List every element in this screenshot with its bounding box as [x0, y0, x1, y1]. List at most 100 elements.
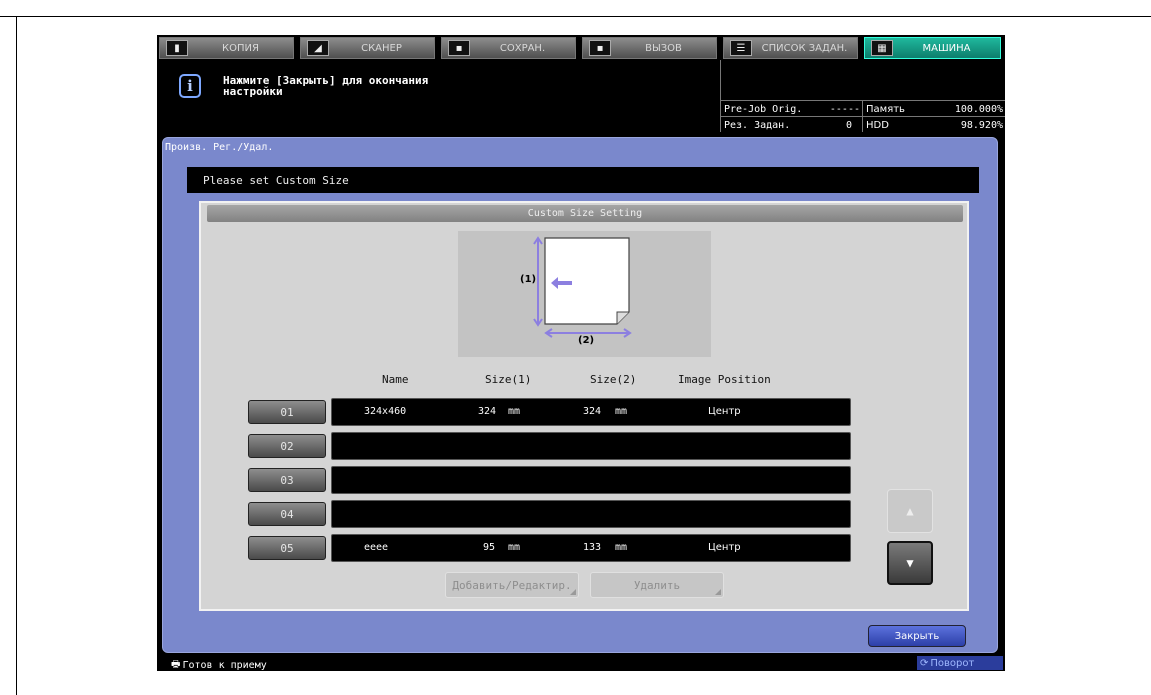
tab-bar: ▮ КОПИЯ ◢ СКАНЕР ▪ СОХРАН. ▪ ВЫЗОВ ☰ СПИ…: [157, 35, 1005, 60]
scroll-up-button[interactable]: ▲: [887, 489, 933, 533]
cell-size1: 95: [483, 542, 496, 553]
status-divider: [721, 100, 1005, 101]
frame-top-line: [0, 16, 1151, 17]
tab-scanner[interactable]: ◢ СКАНЕР: [300, 37, 435, 59]
tab-copy[interactable]: ▮ КОПИЯ: [159, 37, 294, 59]
table-row[interactable]: [331, 432, 851, 460]
delete-button[interactable]: Удалить: [590, 572, 724, 598]
tab-label: ВЫЗОВ: [645, 42, 682, 54]
status-divider: [862, 100, 863, 132]
prejob-value: -----: [829, 103, 860, 115]
message-text: Нажмите [Закрыть] для окончания настройк…: [223, 75, 523, 97]
copy-icon: ▮: [166, 40, 188, 56]
row-number: 01: [280, 405, 294, 419]
cell-image-position: Центр: [708, 542, 741, 553]
status-panel: Pre-Job Orig. ----- Рез. Задан. 0 Память…: [720, 60, 1005, 132]
memory-label: Память: [866, 103, 905, 115]
printer-icon: 🖶: [171, 659, 181, 670]
instruction-text: Please set Custom Size: [203, 173, 349, 187]
tab-label: СПИСОК ЗАДАН.: [761, 42, 848, 54]
table-row[interactable]: [331, 466, 851, 494]
custom-size-box: Custom Size Setting (1) (2) Name Size(1)…: [199, 201, 969, 611]
prejob-status: Pre-Job Orig. -----: [724, 102, 860, 116]
tab-job-list[interactable]: ☰ СПИСОК ЗАДАН.: [723, 37, 858, 59]
frame-left-line: [16, 16, 17, 695]
corner-icon: [715, 589, 721, 595]
cell-name: eeee: [364, 542, 389, 553]
row-number: 04: [280, 507, 294, 521]
prejob-label: Pre-Job Orig.: [724, 103, 803, 115]
cell-size2-unit: mm: [615, 542, 628, 553]
scroll-down-button[interactable]: ▼: [887, 541, 933, 585]
machine-icon: ▦: [871, 40, 893, 56]
cell-size2-unit: mm: [615, 406, 628, 417]
cell-size2: 324: [583, 406, 602, 417]
memory-status: Память 100.000%: [866, 102, 1003, 116]
column-header-image-position: Image Position: [678, 373, 771, 386]
cell-image-position: Центр: [708, 406, 741, 417]
scanner-icon: ◢: [307, 40, 329, 56]
table-row[interactable]: 324x460 324 mm 324 mm Центр: [331, 398, 851, 426]
rotate-icon: ⟳: [920, 657, 929, 669]
jobs-value: 0: [845, 119, 852, 131]
close-button[interactable]: Закрыть: [868, 625, 966, 647]
cell-size1-unit: mm: [508, 406, 521, 417]
tab-label: МАШИНА: [922, 42, 971, 54]
status-divider: [721, 116, 1005, 117]
main-panel: Произв. Рег./Удал. Please set Custom Siz…: [162, 137, 998, 653]
column-header-size2: Size(2): [590, 373, 637, 386]
tab-save[interactable]: ▪ СОХРАН.: [441, 37, 576, 59]
diagram-label-2: (2): [578, 335, 595, 346]
machine-screen: ▮ КОПИЯ ◢ СКАНЕР ▪ СОХРАН. ▪ ВЫЗОВ ☰ СПИ…: [157, 35, 1005, 671]
message-area: i Нажмите [Закрыть] для окончания настро…: [157, 60, 720, 132]
hdd-label: HDD: [866, 119, 889, 131]
arrow-down-icon: ▼: [906, 556, 914, 570]
panel-title: Произв. Рег./Удал.: [165, 142, 274, 153]
info-icon: i: [179, 74, 201, 98]
job-list-icon: ☰: [730, 40, 752, 56]
row-03-button[interactable]: 03: [248, 468, 326, 492]
rotate-label: Поворот: [930, 657, 975, 669]
hdd-status: HDD 98.920%: [866, 118, 1003, 132]
add-edit-button[interactable]: Добавить/Редактир.: [445, 572, 579, 598]
recall-icon: ▪: [589, 40, 611, 56]
paper-fold: [616, 311, 629, 324]
close-label: Закрыть: [894, 630, 940, 642]
row-05-button[interactable]: 05: [248, 536, 326, 560]
tab-machine[interactable]: ▦ МАШИНА: [864, 37, 1001, 59]
column-header-size1: Size(1): [485, 373, 532, 386]
delete-label: Удалить: [633, 578, 681, 592]
tab-recall[interactable]: ▪ ВЫЗОВ: [582, 37, 717, 59]
diagram-label-1: (1): [520, 274, 537, 285]
inner-frame: Please set Custom Size Custom Size Setti…: [187, 167, 979, 615]
arrow-up-icon: ▲: [906, 504, 914, 518]
status-footer: 🖶 Готов к приему ⟳ Поворот: [157, 655, 1005, 671]
jobs-status: Рез. Задан. 0: [724, 118, 852, 132]
section-title: Custom Size Setting: [207, 205, 963, 222]
column-header-name: Name: [382, 373, 409, 386]
cell-size1: 324: [478, 406, 497, 417]
row-number: 02: [280, 439, 294, 453]
row-02-button[interactable]: 02: [248, 434, 326, 458]
row-04-button[interactable]: 04: [248, 502, 326, 526]
cell-size2: 133: [583, 542, 602, 553]
tab-label: СОХРАН.: [499, 42, 546, 54]
hdd-value: 98.920%: [960, 119, 1003, 131]
row-number: 05: [280, 541, 294, 555]
table-row[interactable]: eeee 95 mm 133 mm Центр: [331, 534, 851, 562]
section-title-text: Custom Size Setting: [527, 208, 643, 219]
tab-label: СКАНЕР: [361, 42, 402, 54]
instruction-bar: Please set Custom Size: [187, 167, 979, 193]
save-icon: ▪: [448, 40, 470, 56]
message-line-2: настройки: [223, 85, 283, 98]
row-01-button[interactable]: 01: [248, 400, 326, 424]
rotate-button[interactable]: ⟳ Поворот: [917, 656, 1003, 670]
memory-value: 100.000%: [954, 103, 1003, 115]
row-number: 03: [280, 473, 294, 487]
add-edit-label: Добавить/Редактир.: [452, 578, 572, 592]
table-row[interactable]: [331, 500, 851, 528]
cell-name: 324x460: [364, 406, 407, 417]
ready-status: 🖶 Готов к приему: [171, 657, 267, 671]
paper-size-diagram: (1) (2): [458, 231, 711, 357]
cell-size1-unit: mm: [508, 542, 521, 553]
